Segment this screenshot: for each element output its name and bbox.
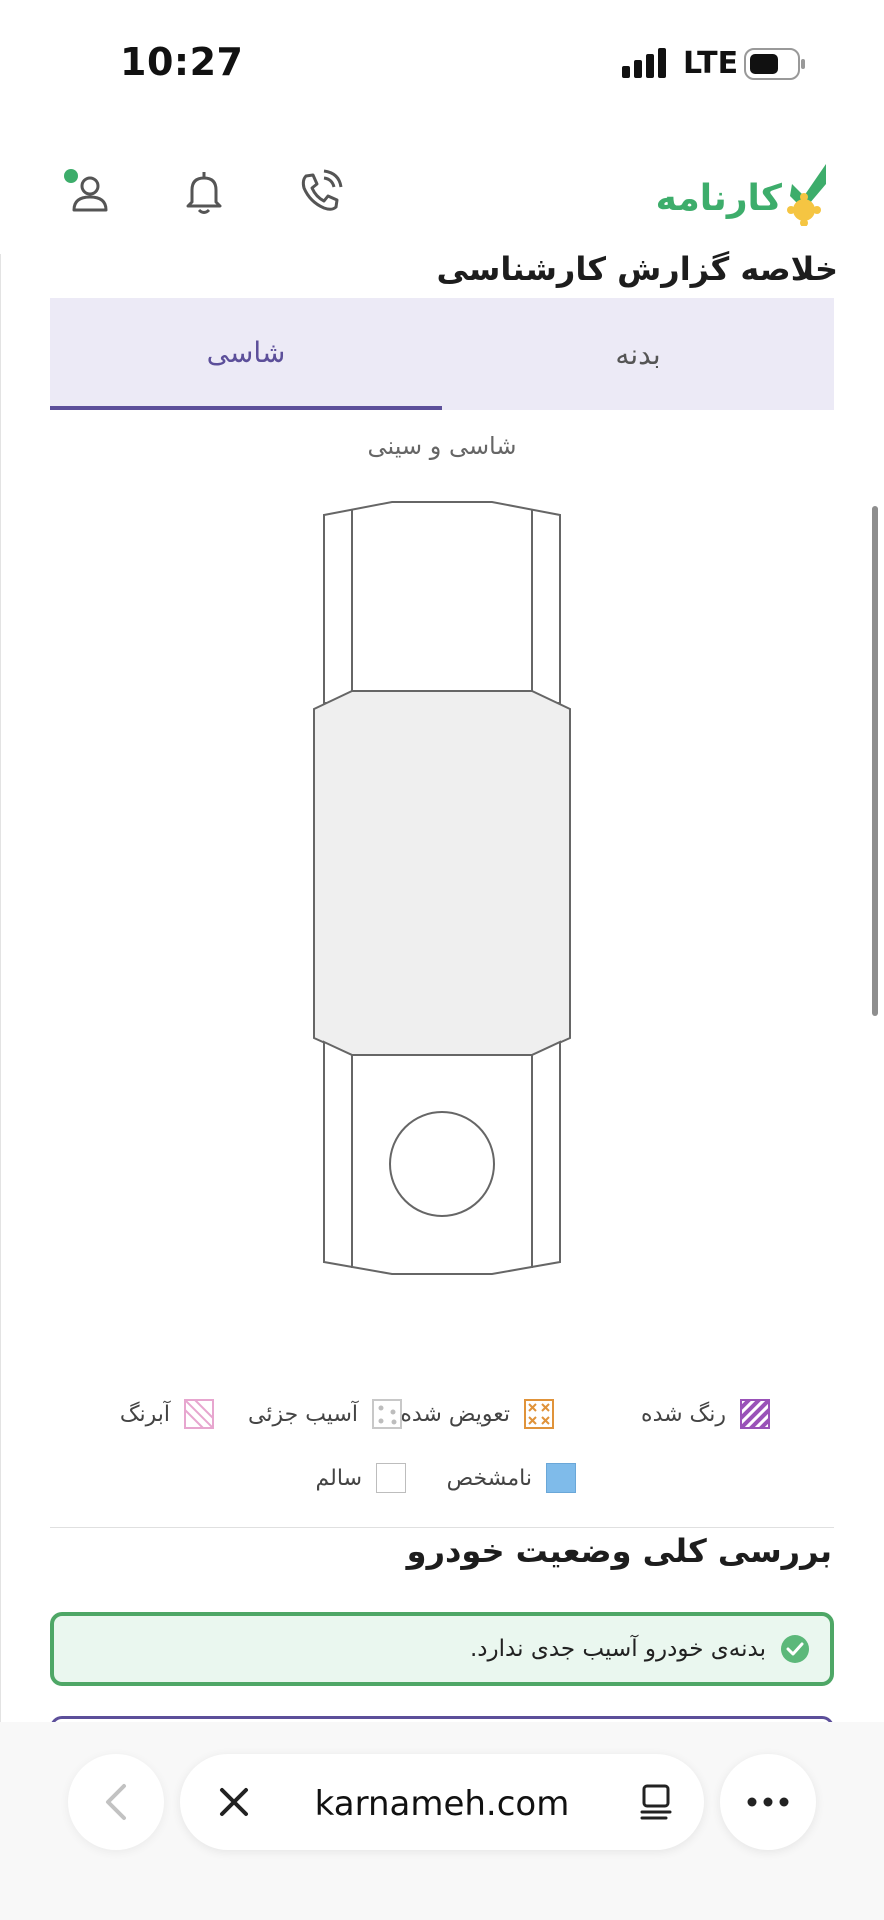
overview-title: بررسی کلی وضعیت خودرو	[406, 1532, 832, 1570]
spare-tire-well	[389, 1111, 495, 1217]
unknown-swatch-icon	[546, 1463, 576, 1493]
chassis-front-section	[323, 501, 561, 704]
chevron-left-icon	[106, 1784, 126, 1820]
chassis-floor-pan	[313, 690, 571, 1056]
app-header: کارنامه	[0, 130, 884, 255]
painted-swatch-icon	[740, 1399, 770, 1429]
status-card: بدنه‌ی خودرو آسیب جدی ندارد.	[50, 1612, 834, 1686]
logo-text: کارنامه	[656, 178, 782, 219]
chassis-diagram	[313, 501, 571, 1275]
back-button[interactable]	[68, 1754, 164, 1850]
address-bar[interactable]: karnameh.com	[180, 1754, 704, 1850]
legend-painted-label: رنگ شده	[641, 1401, 726, 1427]
status-time: 10:27	[120, 40, 244, 84]
legend-healthy-label: سالم	[315, 1465, 362, 1491]
signal-icon	[622, 48, 666, 78]
legend-unknown-label: نامشخص	[446, 1465, 532, 1491]
legend-painted: رنگ شده	[641, 1394, 770, 1434]
legend-replaced: تعویض شده	[400, 1394, 554, 1434]
diagram-caption: شاسی و سینی	[367, 432, 517, 460]
scrollbar[interactable]	[872, 506, 878, 1016]
network-label: LTE	[683, 46, 739, 81]
legend-healthy: سالم	[316, 1458, 406, 1498]
karnameh-logo[interactable]: کارنامه	[632, 158, 832, 226]
replaced-swatch-icon	[524, 1399, 554, 1429]
summary-title: خلاصه گزارش کارشناسی	[436, 250, 838, 288]
more-icon	[747, 1797, 789, 1807]
legend-replaced-label: تعویض شده	[400, 1401, 510, 1427]
status-bar: 10:27 LTE	[0, 0, 884, 130]
tab-chassis[interactable]: شاسی	[50, 298, 442, 410]
partial-damage-swatch-icon	[372, 1399, 402, 1429]
tab-body[interactable]: بدنه	[442, 298, 834, 410]
status-card-text: بدنه‌ی خودرو آسیب جدی ندارد.	[469, 1636, 766, 1662]
legend-partial-damage: آسیب جزئی	[248, 1394, 402, 1434]
legend-aberang: آبرنگ	[120, 1394, 214, 1434]
legend-unknown: نامشخص	[447, 1458, 576, 1498]
legend-partial-damage-label: آسیب جزئی	[248, 1401, 358, 1427]
battery-icon	[744, 48, 805, 80]
check-circle-icon	[781, 1635, 809, 1663]
reader-mode-icon[interactable]	[636, 1782, 676, 1822]
url-text[interactable]: karnameh.com	[180, 1784, 704, 1824]
bell-icon[interactable]	[178, 166, 230, 218]
healthy-swatch-icon	[376, 1463, 406, 1493]
account-icon[interactable]	[62, 166, 114, 218]
more-options-button[interactable]	[720, 1754, 816, 1850]
aberang-swatch-icon	[184, 1399, 214, 1429]
section-divider	[50, 1527, 834, 1528]
legend-aberang-label: آبرنگ	[119, 1401, 170, 1427]
phone-icon[interactable]	[294, 166, 346, 218]
summary-tabs: بدنه شاسی	[50, 298, 834, 410]
